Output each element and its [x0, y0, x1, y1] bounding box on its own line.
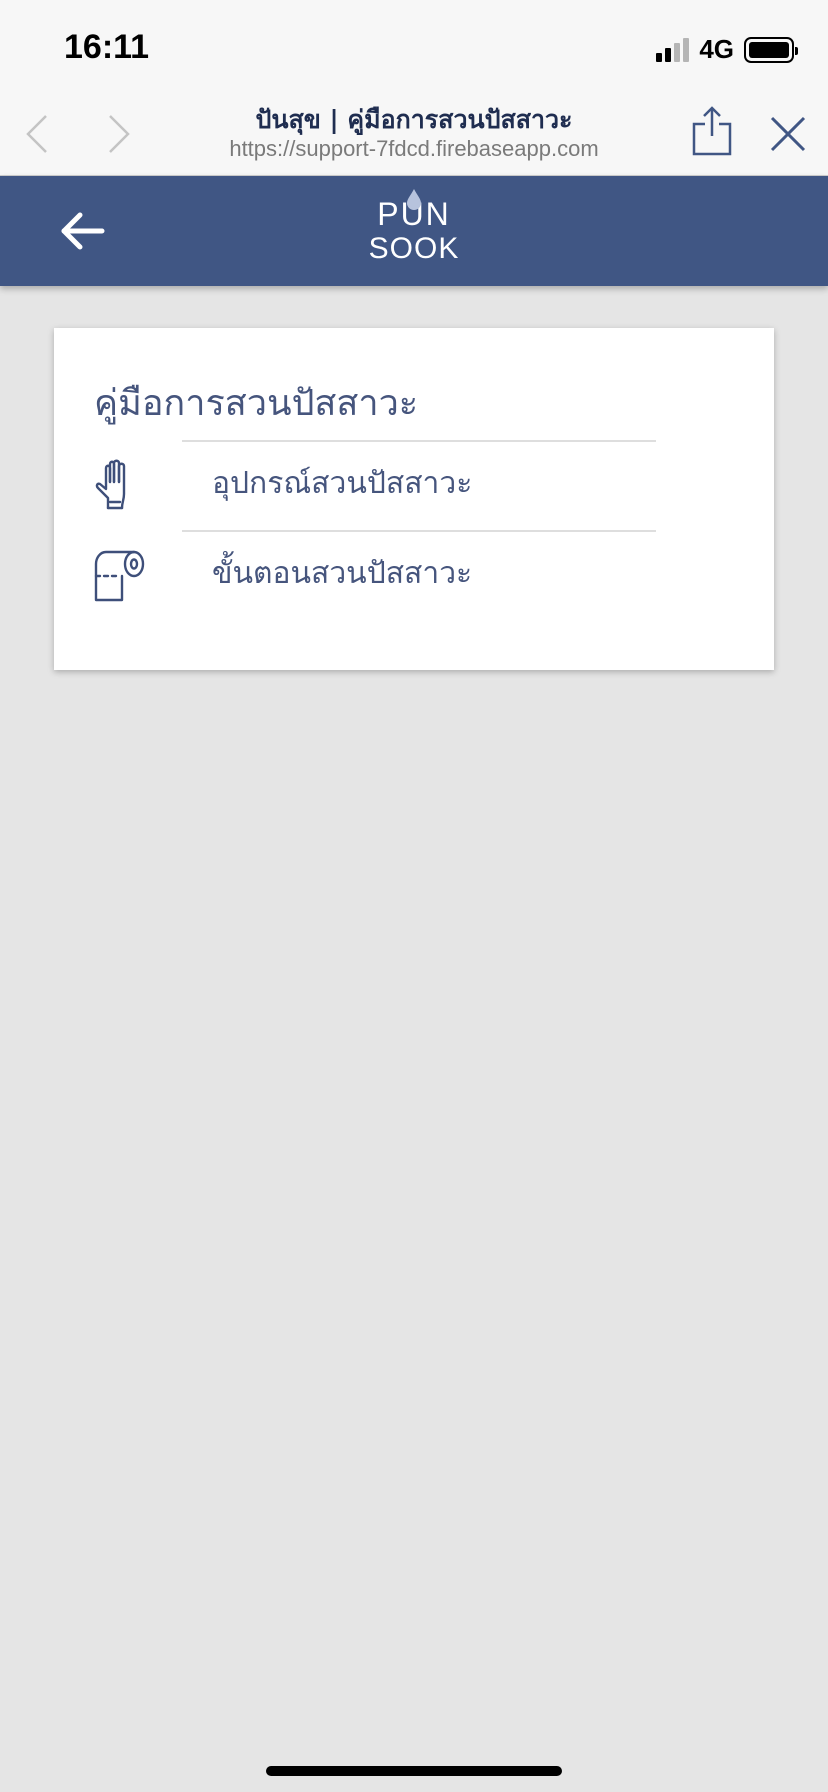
close-icon	[770, 116, 806, 152]
status-bar: 16:11 4G	[0, 0, 828, 96]
menu-item-steps[interactable]: ขั้นตอนสวนปัสสาวะ	[54, 530, 774, 620]
glove-icon	[95, 459, 126, 510]
chevron-right-icon	[109, 115, 130, 153]
battery-icon	[744, 36, 798, 63]
app-header: PUN SOOK	[0, 176, 828, 286]
browser-forward-button[interactable]	[98, 112, 138, 156]
browser-page-title: ปันสุข | คู่มือการสวนปัสสาวะ	[255, 105, 573, 134]
browser-back-button[interactable]	[18, 112, 58, 156]
share-button[interactable]	[690, 102, 734, 158]
browser-url[interactable]: https://support-7fdcd.firebaseapp.com	[150, 136, 678, 162]
water-drop-icon	[407, 189, 421, 210]
arrow-left-icon	[61, 212, 105, 250]
status-time: 16:11	[64, 28, 150, 66]
logo-text-sook: SOOK	[368, 232, 460, 265]
menu-item-equipment[interactable]: อุปกรณ์สวนปัสสาวะ	[54, 440, 774, 530]
menu-item-label: อุปกรณ์สวนปัสสาวะ	[212, 466, 473, 501]
card-title: คู่มือการสวนปัสสาวะ	[94, 383, 419, 424]
browser-toolbar: ปันสุข | คู่มือการสวนปัสสาวะ https://sup…	[0, 96, 828, 176]
divider	[182, 530, 656, 532]
close-button[interactable]	[768, 114, 808, 154]
cellular-signal-icon	[656, 37, 690, 62]
network-type: 4G	[699, 34, 734, 64]
home-indicator[interactable]	[266, 1766, 562, 1776]
divider	[182, 440, 656, 442]
chevron-left-icon	[26, 115, 47, 153]
guide-card: คู่มือการสวนปัสสาวะ อุปกรณ์สวนปัสสาวะ ขั…	[54, 328, 774, 670]
status-indicators: 4G	[656, 34, 798, 65]
toilet-paper-icon	[94, 550, 145, 602]
header-back-button[interactable]	[58, 209, 106, 253]
menu-item-label: ขั้นตอนสวนปัสสาวะ	[212, 556, 473, 591]
share-icon	[692, 106, 732, 156]
punsook-logo: PUN SOOK	[364, 188, 464, 274]
